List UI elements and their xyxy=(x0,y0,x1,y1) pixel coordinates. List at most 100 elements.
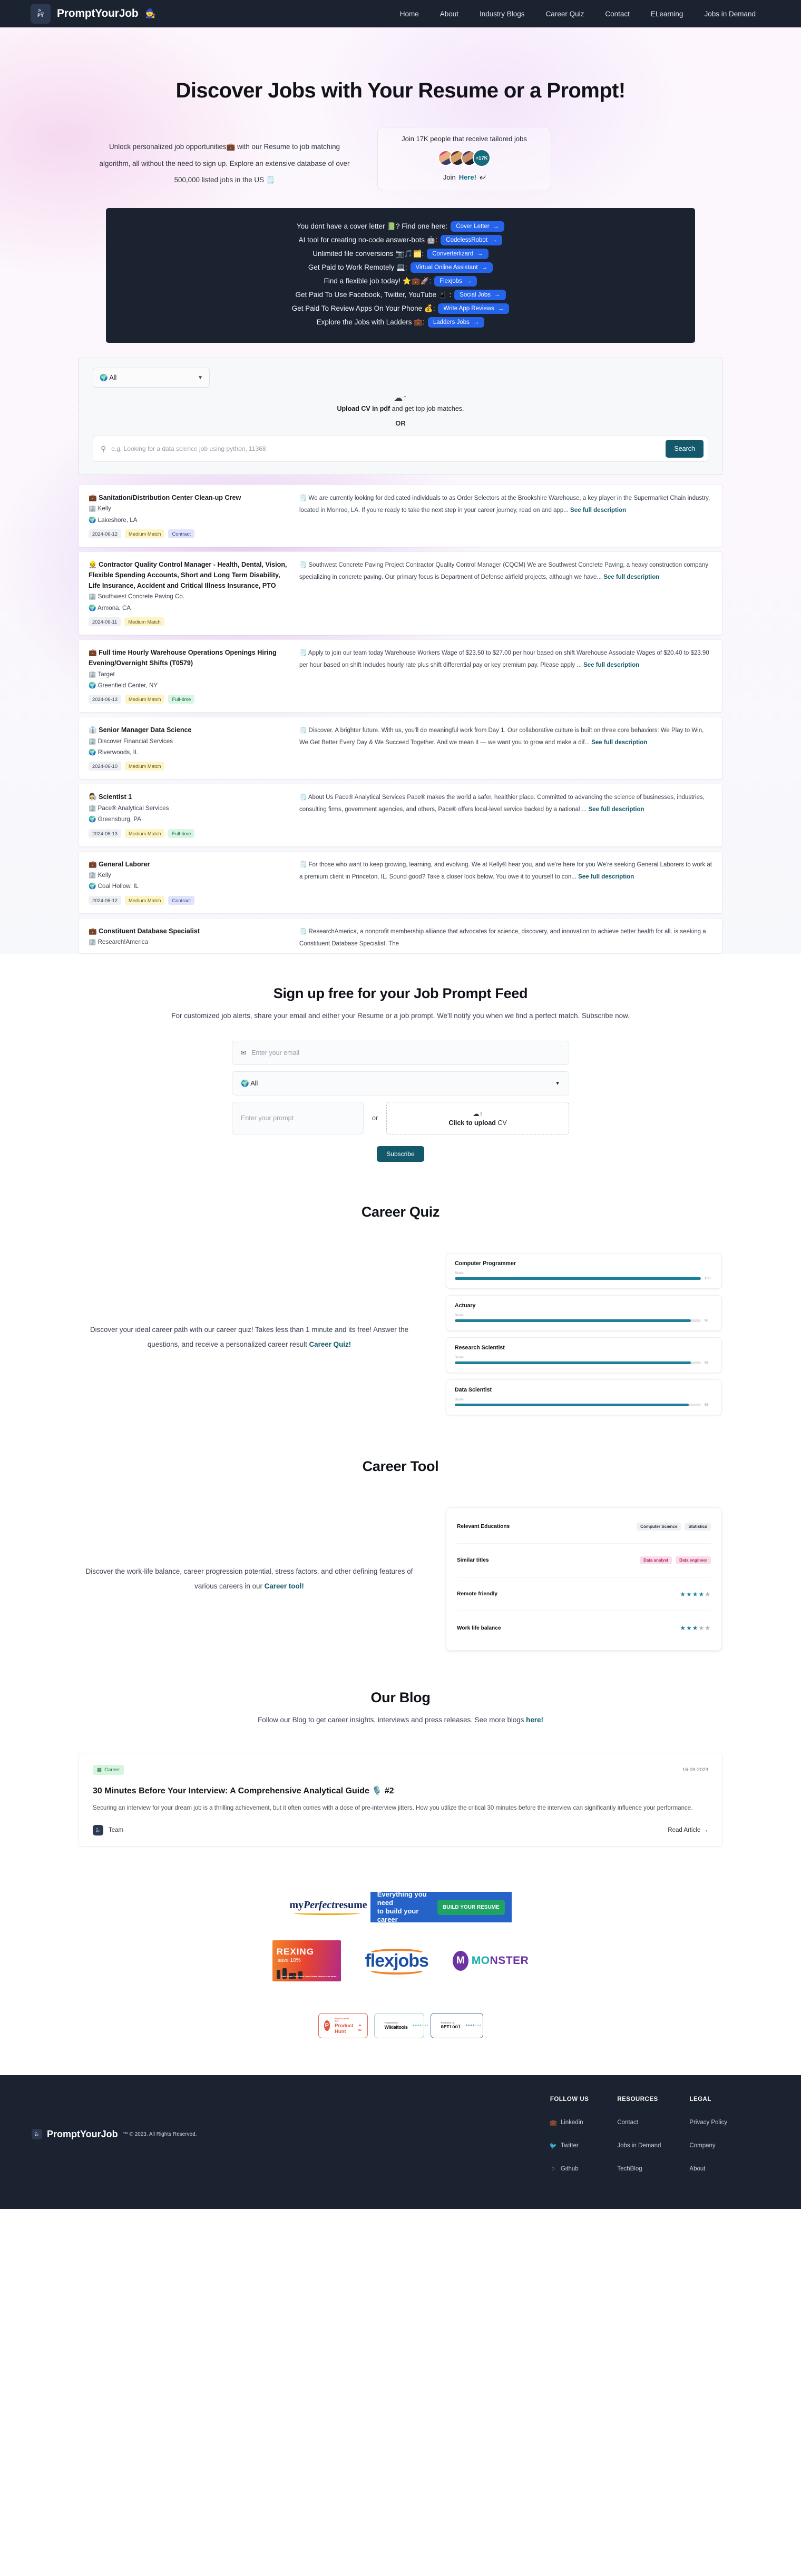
nav-item-elearning[interactable]: ELearning xyxy=(651,10,683,18)
email-field[interactable]: ✉ Enter your email xyxy=(232,1041,569,1065)
nav-item-home[interactable]: Home xyxy=(400,10,419,18)
partner-banner-build-resume[interactable]: Everything you need to build your career… xyxy=(370,1890,512,1923)
blog-more-link[interactable]: here! xyxy=(526,1716,543,1724)
arrow-right-icon: → xyxy=(493,223,500,230)
career-tool-link[interactable]: Career tool! xyxy=(265,1582,304,1590)
feature-row: AI tool for creating no-code answer-bots… xyxy=(106,233,695,247)
nav-item-contact[interactable]: Contact xyxy=(605,10,630,18)
see-full-description-link[interactable]: See full description xyxy=(588,806,644,813)
job-card[interactable]: 💼 Constituent Database Specialist 🏢 Rese… xyxy=(79,917,722,954)
mpr-post: resume xyxy=(334,1899,367,1911)
feature-pill-virtual-online-assistant[interactable]: Virtual Online Assistant → xyxy=(410,262,493,273)
job-match-tag: Medium Match xyxy=(124,895,165,905)
upload-cv-rest: CV xyxy=(495,1119,507,1127)
job-tags: 2024-06-12 Medium Match Contract xyxy=(89,895,290,905)
arrow-right-icon: → xyxy=(491,237,497,243)
footer-col-heading: RESOURCES xyxy=(617,2096,658,2103)
search-button[interactable]: Search xyxy=(666,440,704,458)
job-card-left: 💼 Constituent Database Specialist 🏢 Rese… xyxy=(89,926,299,945)
badge-wikiaitools[interactable]: Featured on Wikiaitools ★★★★☆ 4.5 xyxy=(374,2013,428,2039)
quiz-progress-track xyxy=(455,1319,701,1322)
see-full-description-link[interactable]: See full description xyxy=(578,874,634,880)
job-location: 🌍 Armona, CA xyxy=(89,604,131,611)
monster-word: MONSTER xyxy=(472,1955,529,1967)
see-full-description-link[interactable]: See full description xyxy=(603,574,659,580)
feature-row: Get Paid To Review Apps On Your Phone 💰:… xyxy=(106,302,695,315)
job-card[interactable]: 💼 Full time Hourly Warehouse Operations … xyxy=(79,639,722,713)
country-select[interactable]: 🌍 All ▼ xyxy=(93,368,210,388)
footer-link-company[interactable]: Company xyxy=(689,2143,727,2149)
footer-link-contact[interactable]: Contact xyxy=(617,2119,661,2126)
logo-line-2: PY xyxy=(35,2134,39,2138)
blog-date: 16-09-2023 xyxy=(682,1767,708,1773)
nav-item-industry-blogs[interactable]: Industry Blogs xyxy=(480,10,525,18)
footer-link-techblog[interactable]: TechBlog xyxy=(617,2166,661,2172)
see-full-description-link[interactable]: See full description xyxy=(583,662,639,668)
quiz-bar-row: 100 xyxy=(455,1277,713,1280)
job-card[interactable]: 👩‍🔬 Scientist 1 🏢 Pace® Analytical Servi… xyxy=(79,784,722,847)
badge-name: Wikiaitools xyxy=(384,2024,408,2030)
footer-link-twitter[interactable]: 🐦 Twitter xyxy=(550,2143,589,2149)
job-type-tag: Full-time xyxy=(168,695,195,704)
partner-logo-myperfectresume[interactable]: myPerfectresume xyxy=(289,1899,367,1916)
join-here-link[interactable]: Here! xyxy=(459,173,476,181)
nav-item-career-quiz[interactable]: Career Quiz xyxy=(546,10,584,18)
quiz-score-label: Score xyxy=(455,1314,464,1318)
partner-logo-monster[interactable]: M MONSTER xyxy=(452,1951,529,1971)
cv-upload-dropzone[interactable]: ☁↑ Click to upload CV xyxy=(386,1102,569,1135)
nav-item-about[interactable]: About xyxy=(440,10,458,18)
banner-line-1: Everything you need xyxy=(377,1890,427,1907)
upload-hint: Upload CV in pdf and get top job matches… xyxy=(93,405,708,412)
feature-text: Get Paid to Work Remotely 💻: xyxy=(308,263,407,271)
tool-row-values: Computer Science Statistics xyxy=(637,1523,711,1531)
see-full-description-link[interactable]: See full description xyxy=(591,739,647,746)
upvote-count: ▲ 82 xyxy=(358,2019,362,2032)
job-date-tag: 2024-06-10 xyxy=(89,762,121,771)
education-chip: Computer Science xyxy=(637,1523,681,1531)
job-card[interactable]: 👔 Senior Manager Data Science 🏢 Discover… xyxy=(79,717,722,780)
partner-logo-flexjobs[interactable]: flexjobs xyxy=(360,1948,434,1975)
join-card: Join 17K people that receive tailored jo… xyxy=(377,127,551,191)
job-card[interactable]: 💼 General Laborer 🏢 Kelly 🌍 Coal Hollow,… xyxy=(79,851,722,914)
badge-product-hunt[interactable]: P FEATURED ON Product Hunt ▲ 82 xyxy=(318,2013,368,2039)
feature-pill-ladders-jobs[interactable]: Ladders Jobs → xyxy=(427,317,485,328)
job-company: 🏢 Discover Financial Services xyxy=(89,737,173,745)
quiz-bar-row: 96 xyxy=(455,1361,713,1365)
feature-pill-social-jobs[interactable]: Social Jobs → xyxy=(454,290,506,300)
tool-row-relevant-educations: Relevant Educations Computer Science Sta… xyxy=(457,1510,711,1544)
see-full-description-link[interactable]: See full description xyxy=(570,507,626,514)
feature-pill-converterlizard[interactable]: Converterlizard → xyxy=(427,249,489,259)
job-card[interactable]: 💼 Sanitation/Distribution Center Clean-u… xyxy=(79,485,722,548)
feature-pill-codelessrobot[interactable]: CodelessRobot → xyxy=(441,235,503,245)
quiz-progress-fill xyxy=(455,1404,689,1407)
job-company: 🏢 Research!America xyxy=(89,938,149,945)
brand-home-link[interactable]: >_ PY PromptYourJob 🧙 xyxy=(31,4,156,24)
build-resume-button[interactable]: BUILD YOUR RESUME xyxy=(437,1899,505,1915)
footer-link-jobs-in-demand[interactable]: Jobs in Demand xyxy=(617,2143,661,2149)
tool-row-values: ★★★★★ xyxy=(680,1591,711,1598)
footer-link-about[interactable]: About xyxy=(689,2166,727,2172)
prompt-field[interactable]: Enter your prompt xyxy=(232,1102,364,1135)
partner-logo-rexing[interactable]: REXING save 10% Dash Cams Trail Cams Sma… xyxy=(272,1940,341,1982)
search-input[interactable] xyxy=(111,445,666,452)
signup-country-select[interactable]: 🌍 All ▼ xyxy=(232,1071,569,1096)
quiz-score-value: 95 xyxy=(705,1403,709,1407)
blog-post-card[interactable]: ▦ Career 16-09-2023 30 Minutes Before Yo… xyxy=(79,1753,722,1847)
read-article-link[interactable]: Read Article → xyxy=(668,1827,708,1833)
badge-gpttool[interactable]: Featured on GPTtööl ★★★★☆ 4.4 xyxy=(430,2013,483,2039)
cv-upload-block[interactable]: ☁↑ Upload CV in pdf and get top job matc… xyxy=(93,393,708,427)
nav-item-jobs-in-demand[interactable]: Jobs in Demand xyxy=(704,10,756,18)
footer-link-github[interactable]: ◌ Github xyxy=(550,2166,589,2172)
career-quiz-text: Discover your ideal career path with our… xyxy=(79,1322,419,1352)
feature-pill-cover-letter[interactable]: Cover Letter → xyxy=(451,221,505,232)
job-card[interactable]: 👷 Contractor Quality Control Manager - H… xyxy=(79,551,722,636)
subscribe-button[interactable]: Subscribe xyxy=(377,1146,424,1162)
career-quiz-link[interactable]: Career Quiz! xyxy=(309,1340,351,1348)
feature-pill-write-app-reviews[interactable]: Write App Reviews → xyxy=(438,303,510,314)
feature-pill-flexjobs[interactable]: Flexjobs → xyxy=(434,276,477,287)
badge-rating: ★★★★☆ 4.5 xyxy=(412,2024,428,2027)
footer-link-privacy-policy[interactable]: Privacy Policy xyxy=(689,2119,727,2126)
job-card-right: 🗒️ Discover. A brighter future. With us,… xyxy=(299,725,712,771)
footer-link-linkedin[interactable]: 💼 Linkedin xyxy=(550,2119,589,2126)
arrow-right-icon: → xyxy=(494,292,501,298)
